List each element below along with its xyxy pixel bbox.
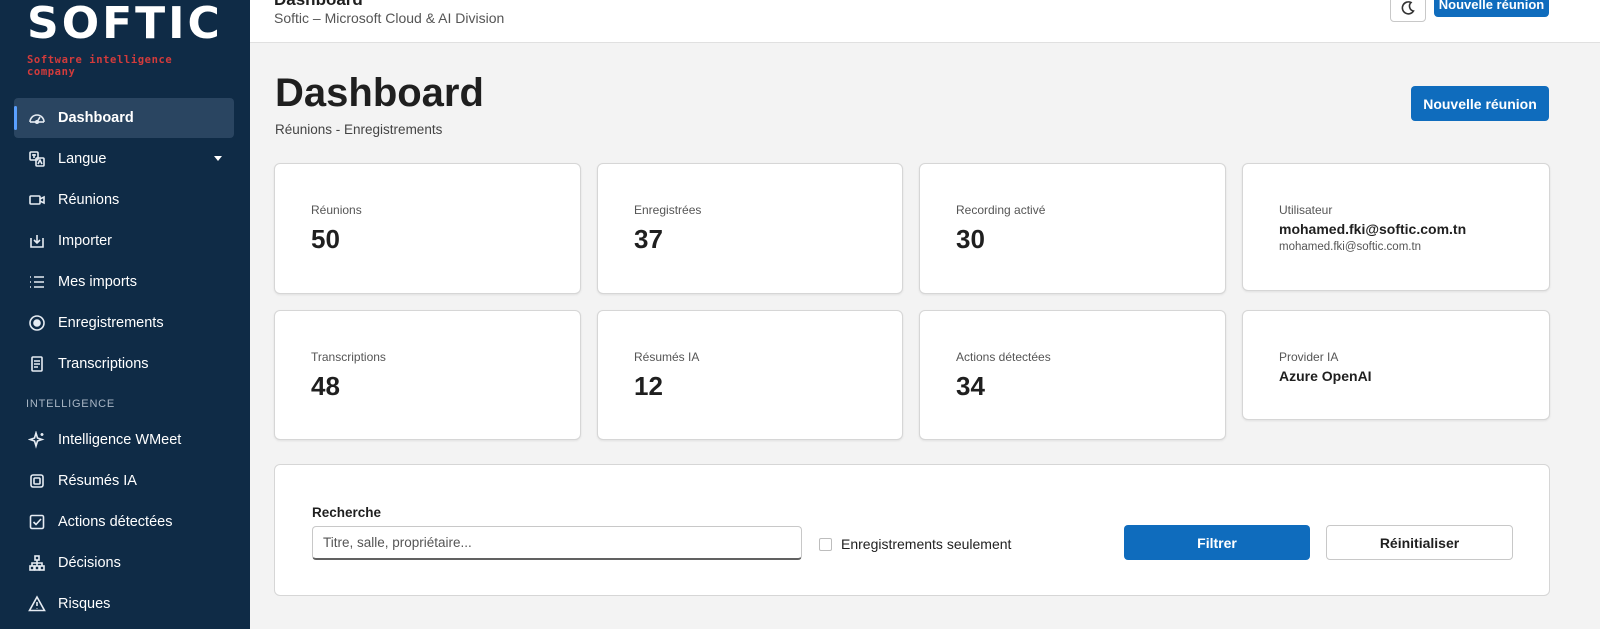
sidebar-item-label: Transcriptions — [58, 356, 149, 372]
checkbox-label: Enregistrements seulement — [841, 536, 1012, 552]
stat-card-meetings: Réunions 50 — [274, 163, 581, 294]
dashboard-gauge-icon — [28, 109, 46, 127]
theme-toggle-button[interactable] — [1390, 0, 1426, 22]
softic-logo[interactable]: SOFTIC Software intelligence company — [27, 0, 223, 79]
sidebar-item-dashboard[interactable]: Dashboard — [14, 98, 234, 138]
logo-tagline: Software intelligence company — [27, 54, 173, 78]
stat-label: Recording activé — [956, 203, 1046, 217]
stat-card-actions: Actions détectées 34 — [919, 310, 1226, 440]
document-icon — [28, 355, 46, 373]
sidebar-item-label: Mes imports — [58, 274, 137, 290]
sparkle-icon — [28, 431, 46, 449]
sidebar: SOFTIC Software intelligence company Das… — [0, 0, 250, 629]
stat-label: Provider IA — [1279, 350, 1339, 364]
warning-icon — [28, 595, 46, 613]
sidebar-item-importer[interactable]: Importer — [14, 221, 234, 261]
stat-label: Utilisateur — [1279, 203, 1333, 217]
search-label: Recherche — [312, 505, 382, 520]
stat-value: 34 — [956, 371, 985, 401]
chip-icon — [28, 472, 46, 490]
sidebar-item-intelligence-wmeet[interactable]: Intelligence WMeet — [14, 420, 234, 460]
filter-button[interactable]: Filtrer — [1124, 525, 1310, 560]
sidebar-item-label: Résumés IA — [58, 473, 137, 489]
topbar-title: Dashboard — [274, 0, 363, 10]
sidebar-item-label: Risques — [58, 596, 111, 612]
new-meeting-button[interactable]: Nouvelle réunion — [1411, 86, 1549, 121]
stat-label: Enregistrées — [634, 203, 702, 217]
sidebar-item-label: Intelligence WMeet — [58, 432, 182, 448]
sidebar-item-label: Enregistrements — [58, 315, 164, 331]
reset-button[interactable]: Réinitialiser — [1326, 525, 1513, 560]
sidebar-item-mes-imports[interactable]: Mes imports — [14, 262, 234, 302]
stat-label: Actions détectées — [956, 350, 1051, 364]
sidebar-item-transcriptions[interactable]: Transcriptions — [14, 344, 234, 384]
stat-value: 30 — [956, 224, 985, 254]
stat-card-recording-active: Recording activé 30 — [919, 163, 1226, 294]
sidebar-item-risques[interactable]: Risques — [14, 584, 234, 624]
video-camera-icon — [28, 191, 46, 209]
user-email: mohamed.fki@softic.com.tn — [1279, 241, 1422, 253]
topbar-new-meeting-button[interactable]: Nouvelle réunion — [1434, 0, 1549, 17]
sidebar-item-label: Importer — [58, 233, 112, 249]
stat-label: Transcriptions — [311, 350, 386, 364]
search-input[interactable] — [312, 526, 802, 560]
sidebar-item-label: Réunions — [58, 192, 120, 208]
page-title: Dashboard — [275, 71, 484, 115]
stat-card-recorded: Enregistrées 37 — [597, 163, 903, 294]
stat-value: 50 — [311, 224, 340, 254]
list-icon — [28, 273, 46, 291]
provider-value: Azure OpenAI — [1279, 368, 1372, 384]
chevron-down-icon[interactable] — [214, 156, 222, 161]
sidebar-nav: Dashboard Langue Réunions Importer Mes i… — [14, 98, 234, 625]
stat-label: Résumés IA — [634, 350, 700, 364]
topbar-subtitle: Softic – Microsoft Cloud & AI Division — [274, 10, 505, 26]
sidebar-item-resumes-ia[interactable]: Résumés IA — [14, 461, 234, 501]
nav-section-title: INTELLIGENCE — [26, 398, 116, 410]
stat-card-summaries: Résumés IA 12 — [597, 310, 903, 440]
stat-value: 48 — [311, 371, 340, 401]
sidebar-item-enregistrements[interactable]: Enregistrements — [14, 303, 234, 343]
sidebar-item-label: Actions détectées — [58, 514, 173, 530]
filter-panel: Recherche Enregistrements seulement Filt… — [274, 464, 1550, 596]
record-icon — [28, 314, 46, 332]
recordings-only-checkbox[interactable]: Enregistrements seulement — [819, 536, 1011, 552]
user-name: mohamed.fki@softic.com.tn — [1279, 221, 1467, 237]
sidebar-item-decisions[interactable]: Décisions — [14, 543, 234, 583]
sidebar-item-label: Dashboard — [58, 110, 134, 126]
translate-icon — [28, 150, 46, 168]
sidebar-item-label: Décisions — [58, 555, 121, 571]
sidebar-item-actions-detectees[interactable]: Actions détectées — [14, 502, 234, 542]
sidebar-item-reunions[interactable]: Réunions — [14, 180, 234, 220]
sidebar-item-langue[interactable]: Langue — [14, 139, 234, 179]
logo-wordmark: SOFTIC — [27, 0, 223, 49]
page-subtitle: Réunions - Enregistrements — [275, 122, 443, 137]
moon-icon — [1401, 1, 1415, 15]
stat-card-transcriptions: Transcriptions 48 — [274, 310, 581, 440]
checkbox-box[interactable] — [819, 537, 832, 551]
topbar: Dashboard Softic – Microsoft Cloud & AI … — [250, 0, 1600, 43]
stat-label: Réunions — [311, 203, 362, 217]
sidebar-item-label: Langue — [58, 151, 107, 167]
stat-value: 12 — [634, 371, 663, 401]
checkbox-icon — [28, 513, 46, 531]
stat-value: 37 — [634, 224, 663, 254]
stat-card-user: Utilisateur mohamed.fki@softic.com.tn mo… — [1242, 163, 1550, 291]
stat-card-provider: Provider IA Azure OpenAI — [1242, 310, 1550, 420]
import-tray-icon — [28, 232, 46, 250]
org-chart-icon — [28, 554, 46, 572]
